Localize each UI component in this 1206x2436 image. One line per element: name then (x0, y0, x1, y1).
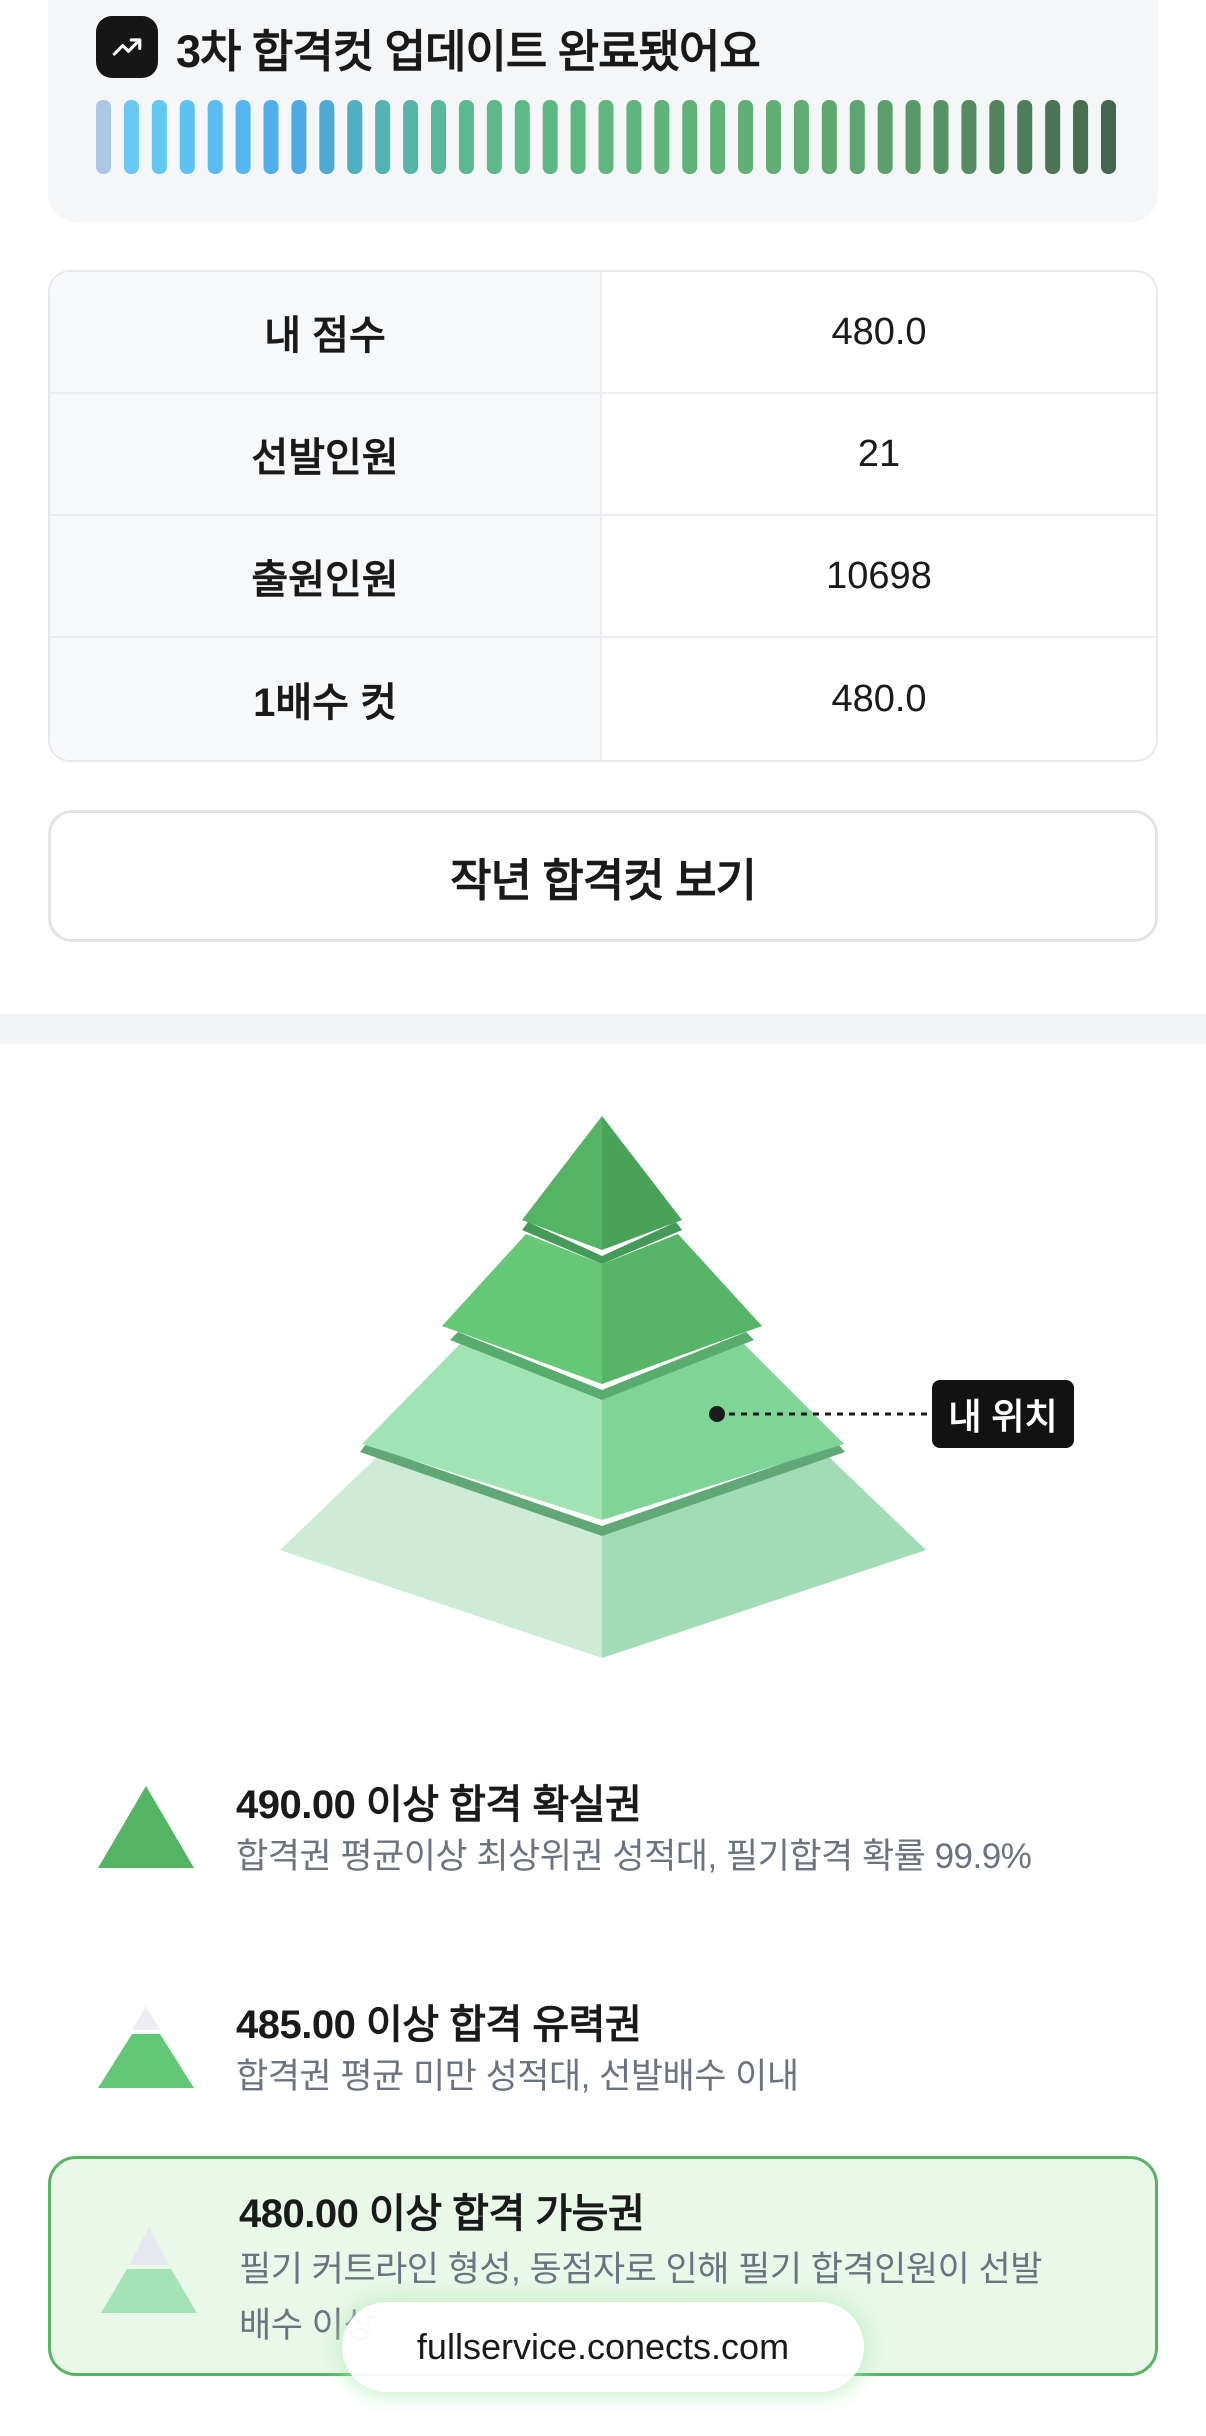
table-row: 선발인원 21 (50, 394, 1156, 516)
progress-bar-segment (151, 100, 167, 174)
update-card: 3차 합격컷 업데이트 완료됐어요 (48, 0, 1158, 222)
cutoff-value: 480.0 (831, 677, 927, 720)
tier-certain: 490.00 이상 합격 확실권 합격권 평균이상 최상위권 성적대, 필기합격… (48, 1740, 1158, 1960)
progress-bar-segment (347, 100, 363, 174)
score-info-table: 내 점수 480.0 선발인원 21 출원인원 10698 1배수 컷 480.… (48, 270, 1158, 762)
applicants-value: 10698 (826, 554, 932, 597)
table-row: 내 점수 480.0 (50, 272, 1156, 394)
progress-bar-segment (96, 100, 111, 174)
tier-title: 480.00 이상 합격 가능권 (239, 2192, 645, 2236)
progress-bar-segment (738, 100, 754, 174)
my-score-label: 내 점수 (50, 272, 602, 392)
progress-bar-segment (235, 100, 251, 174)
progress-bar-segment (375, 100, 391, 174)
tier-possible-icon (101, 2227, 197, 2313)
view-last-year-cutoff-button[interactable]: 작년 합격컷 보기 (48, 810, 1158, 942)
progress-bar-segment (1101, 100, 1116, 174)
progress-bar-segment (431, 100, 446, 174)
progress-bar-segment (877, 100, 893, 174)
progress-bar-segment (179, 100, 195, 174)
progress-bar-segment (682, 100, 698, 174)
tier-title: 490.00 이상 합격 확실권 (236, 1783, 642, 1827)
progress-bar-segment (766, 100, 781, 174)
progress-bar-segment (989, 100, 1005, 174)
progress-bar-segment (1045, 100, 1061, 174)
progress-bar-segment (542, 100, 558, 174)
tier-likely-icon (98, 2006, 194, 2088)
tier-title: 485.00 이상 합격 유력권 (236, 2003, 642, 2047)
progress-bar-segment (291, 100, 307, 174)
quota-label: 선발인원 (50, 394, 602, 514)
progress-bar-segment (793, 100, 809, 174)
tier-desc: 필기 커트라인 형성, 동점자로 인해 필기 합격인원이 선발 (239, 2250, 1042, 2289)
progress-bar-segment (654, 100, 670, 174)
progress-bar-segment (626, 100, 642, 174)
trending-up-icon (96, 16, 158, 78)
progress-bar-segment (849, 100, 865, 174)
progress-bar-segment (905, 100, 921, 174)
progress-bar-segment (319, 100, 335, 174)
quota-value: 21 (857, 432, 901, 475)
progress-bar-segment (961, 100, 977, 174)
applicants-label: 출원인원 (50, 516, 602, 636)
table-row: 출원인원 10698 (50, 516, 1156, 638)
tier-desc: 합격권 평균이상 최상위권 성적대, 필기합격 확률 99.9% (236, 1837, 1032, 1876)
update-title: 3차 합격컷 업데이트 완료됐어요 (176, 25, 761, 77)
my-position-tag: 내 위치 (932, 1380, 1074, 1448)
progress-bar-segment (458, 100, 474, 174)
pass-pyramid (0, 1044, 1206, 1704)
progress-bar-segment (710, 100, 726, 174)
progress-bar-segment (1073, 100, 1089, 174)
progress-bar-segment (403, 100, 419, 174)
progress-bar-segment (263, 100, 279, 174)
cutoff-label: 1배수 컷 (50, 638, 602, 760)
url-bar[interactable]: fullservice.conects.com (342, 2302, 864, 2392)
tier-certain-icon (98, 1786, 194, 1868)
progress-bar-segment (598, 100, 614, 174)
section-divider (0, 1014, 1206, 1044)
progress-bar-segment (514, 100, 530, 174)
my-score-value: 480.0 (831, 310, 927, 353)
update-progress-bars (96, 100, 1116, 174)
progress-bar-segment (821, 100, 837, 174)
progress-bar-segment (123, 100, 139, 174)
progress-bar-segment (570, 100, 586, 174)
progress-bar-segment (207, 100, 223, 174)
progress-bar-segment (486, 100, 502, 174)
tier-likely: 485.00 이상 합격 유력권 합격권 평균 미만 성적대, 선발배수 이내 (48, 1960, 1158, 2180)
progress-bar-segment (933, 100, 949, 174)
progress-bar-segment (1017, 100, 1033, 174)
tier-desc: 합격권 평균 미만 성적대, 선발배수 이내 (236, 2057, 799, 2096)
table-row: 1배수 컷 480.0 (50, 638, 1156, 760)
